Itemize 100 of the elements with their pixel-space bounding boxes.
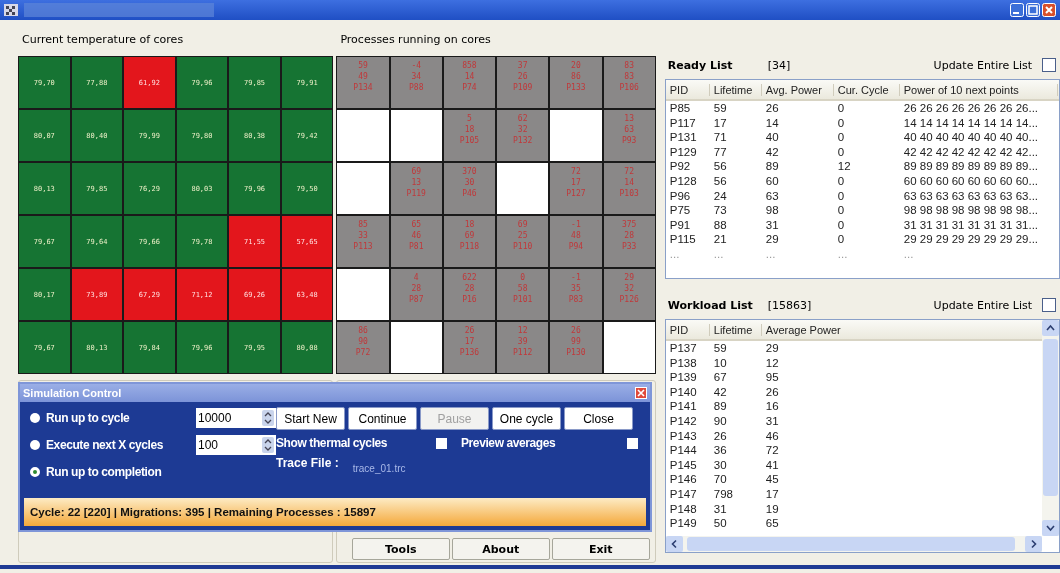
table-cell-text: 98	[764, 203, 780, 218]
number-field[interactable]: 100	[196, 435, 276, 455]
table-cell-text: 40 40 40 40 40 40 40 40...	[902, 130, 1040, 145]
table-cell-text: P139	[668, 370, 698, 385]
table-cell-text: 30	[712, 457, 728, 473]
column-header[interactable]: PID	[665, 323, 710, 336]
table-cell-text: 60	[764, 173, 780, 189]
table-cell-text: 60 60 60 60 60 60 60 60...	[902, 173, 1040, 189]
vertical-scrollbar[interactable]	[1042, 320, 1059, 536]
table-cell-text: 0	[836, 130, 846, 145]
column-header[interactable]: Power of 10 next points	[899, 83, 1058, 96]
table-cell-text: 12	[764, 355, 780, 371]
radio-button[interactable]	[30, 440, 40, 450]
column-header[interactable]: Lifetime	[709, 83, 762, 96]
core-process: 858 14 P74	[443, 57, 496, 108]
core-process: 72 17 P127	[550, 163, 602, 214]
scroll-up-icon[interactable]	[1042, 320, 1059, 336]
core-process: 12 39 P112	[497, 322, 549, 373]
option-label: Show thermal cycles	[276, 436, 389, 450]
table-cell-text: P117	[668, 115, 697, 131]
table-cell-text: 0	[836, 203, 846, 218]
core-process: 65 46 P81	[390, 216, 442, 267]
column-header[interactable]: Average Power	[761, 323, 982, 336]
table-cell-text: 798	[712, 486, 734, 502]
table-cell-text: 29	[764, 232, 780, 247]
core-process: 69 25 P110	[497, 216, 549, 267]
update-checkbox[interactable]	[1042, 298, 1056, 312]
list-count: [34]	[767, 58, 791, 72]
core-process: -4 34 P88	[390, 57, 442, 108]
update-checkbox[interactable]	[1042, 58, 1056, 72]
option-checkbox[interactable]	[627, 437, 638, 449]
table-cell-text: 14	[764, 115, 780, 131]
table-cell-text: 0	[836, 217, 846, 233]
core-process: 375 28 P33	[603, 216, 655, 267]
table-cell-text: 29	[764, 341, 780, 356]
radio-button[interactable]	[30, 413, 40, 423]
table-cell-text: 71	[712, 130, 728, 145]
table-cell-text: 0	[836, 115, 846, 131]
core-process: 370 30 P46	[443, 163, 496, 214]
table-cell-text: 10	[712, 355, 728, 371]
core-process: 37 26 P109	[497, 57, 549, 108]
mode-label: Run up to cycle	[46, 411, 131, 425]
scroll-right-icon[interactable]	[1025, 536, 1042, 552]
scroll-thumb[interactable]	[686, 537, 1015, 551]
column-header[interactable]: Cur. Cycle	[833, 83, 900, 96]
horizontal-scrollbar[interactable]	[665, 536, 1042, 552]
trace-file-name: trace_01.trc	[352, 463, 406, 474]
radio-button[interactable]	[30, 467, 40, 477]
action-button[interactable]: Close	[564, 407, 633, 430]
app-icon	[4, 4, 18, 16]
table-cell-text: 31	[764, 217, 780, 233]
list-count: [15863]	[767, 298, 812, 312]
table-cell-text: 77	[712, 144, 728, 160]
action-button[interactable]: One cycle	[492, 407, 561, 430]
table-cell-text: ...	[764, 246, 777, 262]
number-field[interactable]: 10000	[196, 408, 276, 428]
table-cell-text: ...	[668, 246, 681, 262]
panel-title: Processes running on cores	[339, 32, 492, 48]
table-cell-text: 0	[836, 173, 846, 189]
table-cell-text: 73	[712, 203, 728, 218]
mode-label: Run up to completion	[46, 465, 163, 479]
maximize-icon[interactable]	[1026, 3, 1040, 17]
spinner-icon[interactable]	[262, 410, 274, 426]
table-cell-text: 0	[836, 101, 846, 116]
core-process: -1 35 P83	[550, 269, 602, 320]
table-cell-text: P129	[668, 144, 698, 160]
option-checkbox[interactable]	[436, 437, 447, 449]
table-cell-text: 63 63 63 63 63 63 63 63...	[902, 188, 1040, 204]
action-button[interactable]: Continue	[348, 407, 417, 430]
mode-label: Execute next X cycles	[46, 438, 164, 452]
menu-button[interactable]: Exit	[551, 538, 650, 560]
table-cell-text: 89	[764, 159, 780, 174]
table-cell-text: 36	[712, 443, 728, 458]
table-cell-text: P146	[668, 472, 698, 487]
scroll-thumb[interactable]	[1043, 339, 1058, 496]
update-label: Update Entire List	[933, 58, 1032, 72]
minimize-icon[interactable]	[1010, 3, 1024, 17]
core-process: 4 28 P87	[390, 269, 442, 320]
close-icon[interactable]	[1042, 3, 1056, 17]
core-process: 83 83 P106	[603, 57, 655, 108]
table-cell-text: 56	[712, 159, 728, 174]
table-cell-text: P145	[668, 457, 698, 473]
column-header[interactable]: Avg. Power	[761, 83, 834, 96]
scroll-left-icon[interactable]	[665, 536, 683, 552]
scroll-down-icon[interactable]	[1042, 520, 1059, 536]
menu-button[interactable]: Tools	[351, 538, 450, 560]
table-cell-text: 24	[712, 188, 728, 204]
menu-button[interactable]: About	[451, 538, 550, 560]
table-cell-text: P92	[668, 159, 692, 174]
action-button[interactable]: Start New	[276, 407, 345, 430]
table-cell-text: 31 31 31 31 31 31 31 31...	[902, 217, 1040, 233]
close-icon[interactable]	[635, 387, 647, 399]
table-cell-text: 90	[712, 413, 728, 429]
table-cell-text: 29 29 29 29 29 29 29 29...	[902, 232, 1040, 247]
spinner-icon[interactable]	[262, 437, 274, 453]
column-header[interactable]: PID	[665, 83, 710, 96]
table-cell-text: 21	[712, 232, 728, 247]
table-cell-text: 17	[712, 115, 728, 131]
core-process: 5 18 P105	[443, 110, 496, 161]
column-header[interactable]: Lifetime	[709, 323, 762, 336]
